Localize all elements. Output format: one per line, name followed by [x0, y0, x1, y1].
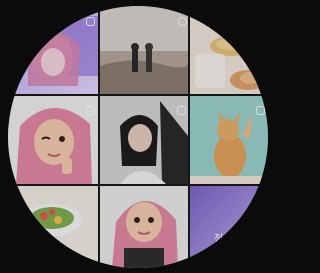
gallery-circle-viewport: 정월 [8, 6, 268, 268]
photo-tile-couple-landscape[interactable] [100, 6, 188, 94]
text-card-label: 정월 [214, 234, 234, 245]
photo-tile-wink-avatar[interactable] [8, 96, 98, 184]
photo-tile-selfie-avatar[interactable] [8, 6, 98, 94]
photo-tile-text-card[interactable]: 정월 [190, 186, 268, 268]
photo-tile-cat-photo[interactable] [190, 96, 268, 184]
photo-grid: 정월 [8, 6, 268, 268]
photo-tile-salad-bowl[interactable] [8, 186, 98, 268]
select-checkbox[interactable] [86, 17, 95, 26]
photo-tile-portrait-photo[interactable] [100, 96, 188, 184]
photo-tile-food-plate[interactable] [190, 6, 268, 94]
photo-tile-avatar-bottom[interactable] [100, 186, 188, 268]
select-checkbox[interactable] [178, 17, 187, 26]
select-checkbox[interactable] [177, 106, 186, 115]
watch-screen: 정월 [0, 0, 273, 273]
select-checkbox[interactable] [256, 106, 265, 115]
select-checkbox[interactable] [86, 106, 95, 115]
